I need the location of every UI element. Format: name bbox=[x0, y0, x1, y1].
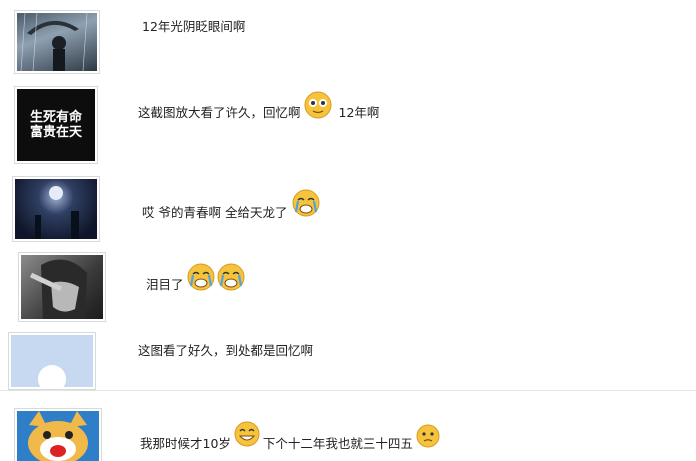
avatar[interactable] bbox=[14, 10, 100, 74]
cartoon-dog-illustration bbox=[28, 411, 88, 461]
comment-2-text-a: 这截图放大看了许久，回忆啊 bbox=[138, 104, 301, 120]
comment-6-text-a: 我那时候才10岁 bbox=[140, 435, 231, 451]
avatar[interactable] bbox=[12, 176, 100, 242]
cry-icon bbox=[186, 262, 216, 292]
avatar[interactable] bbox=[8, 332, 96, 390]
comment-row-4: 泪目了 bbox=[0, 250, 696, 330]
avatar[interactable] bbox=[14, 408, 102, 461]
cry-icon bbox=[216, 262, 246, 292]
avatar-image bbox=[17, 13, 97, 71]
avatar-caption-line2: 富贵在天 bbox=[29, 125, 82, 140]
comment-text: 哎 爷的青春啊 全给天龙了 bbox=[142, 189, 321, 226]
comment-2-text-b: 12年啊 bbox=[338, 104, 380, 120]
worried-icon bbox=[415, 423, 441, 449]
anime-boy-illustration bbox=[29, 259, 87, 319]
avatar[interactable]: 生死有命 富贵在天 bbox=[14, 86, 98, 164]
comment-text: 泪目了 bbox=[146, 263, 246, 298]
avatar-image bbox=[11, 335, 93, 387]
comment-text: 这图看了好久，到处都是回忆啊 bbox=[138, 340, 313, 359]
comment-3-text: 哎 爷的青春啊 全给天龙了 bbox=[142, 204, 288, 220]
girl-umbrella-illustration bbox=[20, 13, 88, 71]
comment-text: 这截图放大看了许久，回忆啊 12年啊 bbox=[138, 91, 380, 126]
avatar-caption-line1: 生死有命 bbox=[29, 110, 82, 125]
comment-6-text-b: 下个十二年我也就三十四五 bbox=[262, 435, 413, 451]
comment-4-text: 泪目了 bbox=[146, 276, 184, 292]
divider bbox=[0, 390, 696, 391]
comment-1-text: 12年光阴眨眼间啊 bbox=[142, 19, 246, 34]
comment-text: 12年光阴眨眼间啊 bbox=[142, 16, 245, 35]
grin-icon bbox=[233, 420, 261, 448]
default-avatar-illustration bbox=[38, 365, 66, 387]
avatar[interactable] bbox=[18, 252, 106, 322]
moon-scene-illustration bbox=[35, 186, 79, 239]
comment-text: 我那时候才10岁 下个十二年我也就三十四五 bbox=[140, 421, 441, 456]
avatar-image: 生死有命 富贵在天 bbox=[17, 89, 95, 161]
comment-row-6: 我那时候才10岁 下个十二年我也就三十四五 bbox=[0, 398, 696, 461]
avatar-image bbox=[17, 411, 99, 461]
avatar-image bbox=[21, 255, 103, 319]
cry-icon bbox=[291, 188, 321, 218]
smile-icon bbox=[303, 90, 333, 120]
comment-row-5: 这图看了好久，到处都是回忆啊 bbox=[0, 330, 696, 390]
avatar-image bbox=[15, 179, 97, 239]
comment-row-1: 12年光阴眨眼间啊 bbox=[0, 0, 696, 80]
comment-5-text: 这图看了好久，到处都是回忆啊 bbox=[138, 343, 314, 358]
comment-row-2: 生死有命 富贵在天 这截图放大看了许久，回忆啊 12年啊 bbox=[0, 80, 696, 170]
comment-row-3: 哎 爷的青春啊 全给天龙了 bbox=[0, 170, 696, 250]
